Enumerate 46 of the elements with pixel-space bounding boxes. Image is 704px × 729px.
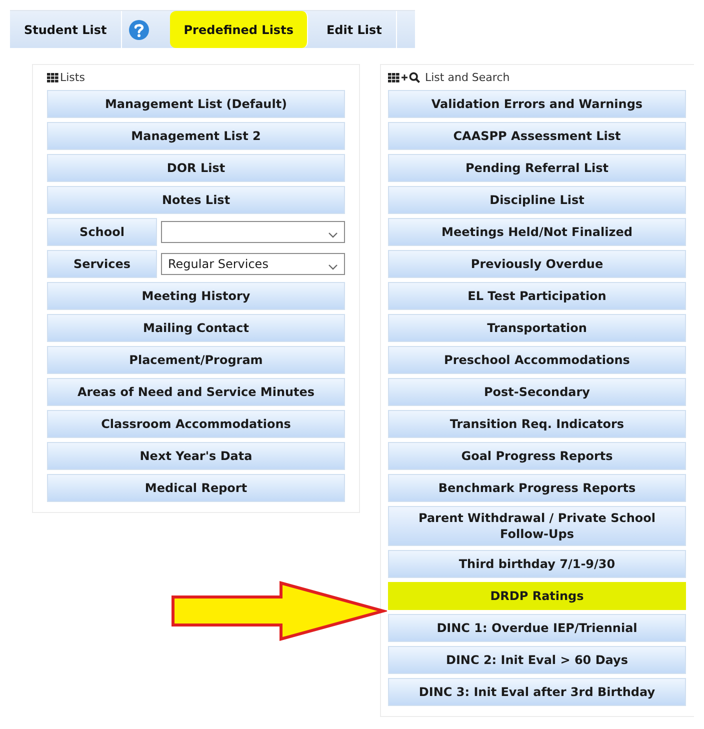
list-button[interactable]: DINC 3: Init Eval after 3rd Birthday — [388, 678, 686, 706]
tab[interactable]: Edit List — [312, 11, 397, 48]
list-button[interactable]: DINC 2: Init Eval > 60 Days — [388, 646, 686, 674]
list-button[interactable]: Notes List — [47, 186, 345, 214]
grid-icon — [47, 72, 59, 82]
panel-title: Lists — [60, 70, 85, 84]
list-button[interactable]: Mailing Contact — [47, 314, 345, 342]
list-button[interactable]: Pending Referral List — [388, 154, 686, 182]
list-button[interactable]: Medical Report — [47, 474, 345, 502]
list-button[interactable]: Placement/Program — [47, 346, 345, 374]
list-button[interactable]: DRDP Ratings — [388, 582, 686, 610]
dropdown-field[interactable]: Regular Services — [161, 253, 345, 275]
tab[interactable]: Predefined Lists — [170, 11, 308, 48]
chevron-icon — [328, 232, 338, 238]
search-icon — [409, 72, 420, 82]
list-button[interactable]: Transportation — [388, 314, 686, 342]
chevron-icon — [328, 264, 338, 270]
plus-icon — [401, 72, 408, 82]
list-button[interactable]: Management List 2 — [47, 122, 345, 150]
list-button[interactable]: Goal Progress Reports — [388, 442, 686, 470]
panel-title: List and Search — [425, 70, 510, 84]
list-button[interactable]: Validation Errors and Warnings — [388, 90, 686, 118]
list-button[interactable]: Meeting History — [47, 282, 345, 310]
field-label: Services — [47, 250, 157, 278]
list-button[interactable]: DOR List — [47, 154, 345, 182]
list-button[interactable]: Meetings Held/Not Finalized — [388, 218, 686, 246]
list-button[interactable]: Areas of Need and Service Minutes — [47, 378, 345, 406]
list-button[interactable]: Benchmark Progress Reports — [388, 474, 686, 502]
dropdown-field[interactable] — [161, 221, 345, 243]
grid-icon — [388, 72, 400, 82]
list-button[interactable]: Discipline List — [388, 186, 686, 214]
list-button[interactable]: Preschool Accommodations — [388, 346, 686, 374]
list-button[interactable]: Classroom Accommodations — [47, 410, 345, 438]
list-button[interactable]: Transition Req. Indicators — [388, 410, 686, 438]
list-button[interactable]: Management List (Default) — [47, 90, 345, 118]
list-button[interactable]: Post-Secondary — [388, 378, 686, 406]
field-label: School — [47, 218, 157, 246]
tab[interactable]: Student List — [10, 11, 122, 48]
list-button[interactable]: Previously Overdue — [388, 250, 686, 278]
list-button[interactable]: Next Year's Data — [47, 442, 345, 470]
list-button[interactable]: CAASPP Assessment List — [388, 122, 686, 150]
list-button[interactable]: Third birthday 7/1-9/30 — [388, 550, 686, 578]
list-button[interactable]: Parent Withdrawal / Private School Follow-Ups — [388, 506, 686, 546]
list-button[interactable]: DINC 1: Overdue IEP/Triennial — [388, 614, 686, 642]
list-button[interactable]: EL Test Participation — [388, 282, 686, 310]
help-icon[interactable] — [128, 18, 150, 40]
